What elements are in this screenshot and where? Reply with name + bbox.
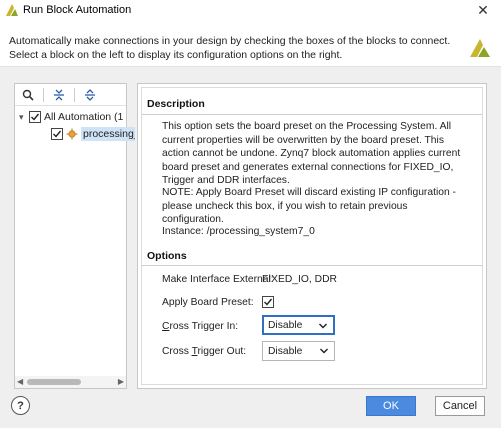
options-title: Options — [147, 250, 187, 262]
vivado-logo-icon — [470, 39, 490, 57]
cross-trigger-out-label: Cross Trigger Out: — [162, 346, 246, 357]
all-automation-checkbox[interactable] — [29, 111, 41, 123]
help-button[interactable]: ? — [11, 396, 30, 415]
automation-tree-panel: ▾ All Automation (1 o processing_sy ◀ ▶ — [14, 83, 135, 389]
header-description: Automatically make connections in your d… — [9, 35, 451, 61]
collapse-all-icon[interactable] — [50, 86, 68, 104]
description-paragraph: This option sets the board preset on the… — [162, 121, 461, 186]
note-paragraph: NOTE: Apply Board Preset will discard ex… — [162, 187, 456, 225]
horizontal-scrollbar[interactable]: ◀ ▶ — [15, 376, 126, 388]
label-text: rigger Out: — [197, 346, 247, 357]
chevron-down-icon[interactable]: ▾ — [19, 112, 29, 123]
tree-item-processing-system[interactable]: processing_sy — [51, 126, 135, 142]
scrollbar-thumb[interactable] — [27, 379, 81, 385]
dialog-body: ▾ All Automation (1 o processing_sy ◀ ▶ — [0, 67, 501, 428]
tree-toolbar — [15, 84, 126, 106]
cross-trigger-in-label: Cross Trigger In: — [162, 321, 238, 332]
tree-item-all-automation[interactable]: ▾ All Automation (1 o — [19, 109, 124, 125]
chevron-down-icon — [320, 348, 328, 354]
processing-system-checkbox[interactable] — [51, 128, 63, 140]
cross-trigger-out-select[interactable]: Disable — [262, 341, 335, 361]
make-interface-label: Make Interface External: — [162, 274, 274, 285]
section-divider — [142, 265, 482, 266]
window-title: Run Block Automation — [23, 4, 132, 16]
expand-all-icon[interactable] — [81, 86, 99, 104]
make-interface-value: FIXED_IO, DDR — [262, 274, 337, 285]
title-bar: Run Block Automation ✕ — [0, 0, 501, 22]
select-value: Disable — [268, 319, 303, 331]
section-divider — [142, 114, 482, 115]
toolbar-divider — [43, 87, 44, 102]
apply-preset-checkbox[interactable] — [262, 296, 274, 308]
scroll-left-icon[interactable]: ◀ — [17, 377, 23, 386]
toolbar-divider — [74, 87, 75, 102]
ip-block-icon — [66, 128, 78, 140]
apply-preset-label: Apply Board Preset: — [162, 297, 254, 308]
select-value: Disable — [268, 345, 303, 357]
tree-item-label: processing_sy — [81, 127, 135, 141]
ok-button[interactable]: OK — [366, 396, 416, 416]
instance-text: Instance: /processing_system7_0 — [162, 226, 315, 237]
configuration-panel: Description This option sets the board p… — [137, 83, 487, 389]
label-text: Cross — [162, 346, 192, 357]
cross-trigger-in-select[interactable]: Disable — [262, 315, 335, 335]
close-icon[interactable]: ✕ — [475, 2, 491, 19]
configuration-content: Description This option sets the board p… — [141, 87, 483, 385]
dialog-header: Automatically make connections in your d… — [0, 22, 501, 67]
description-title: Description — [147, 98, 205, 110]
vivado-logo-icon — [6, 4, 18, 16]
tree-item-label: All Automation (1 o — [44, 111, 124, 123]
chevron-down-icon — [319, 323, 327, 329]
search-icon[interactable] — [19, 86, 37, 104]
label-text: ross Trigger In: — [169, 321, 239, 332]
cancel-button[interactable]: Cancel — [435, 396, 485, 416]
scroll-right-icon[interactable]: ▶ — [118, 377, 124, 386]
